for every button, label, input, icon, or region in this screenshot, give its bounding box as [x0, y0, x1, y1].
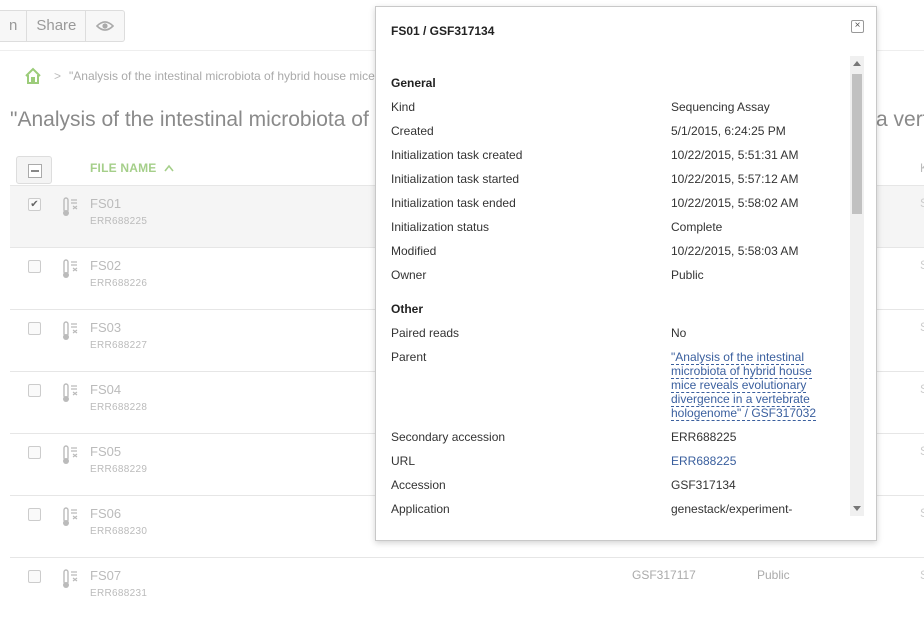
sequencing-file-icon: [63, 321, 78, 340]
info-value: Complete: [671, 220, 723, 234]
file-kind-partial: S: [920, 196, 924, 210]
popup-scrollbar[interactable]: [850, 56, 864, 516]
file-kind-partial: S: [920, 568, 924, 582]
file-accession: ERR688231: [90, 588, 148, 599]
file-name-link[interactable]: FS05: [90, 444, 121, 459]
info-value: 10/22/2015, 5:58:02 AM: [671, 196, 799, 210]
info-label: Modified: [391, 244, 437, 258]
row-checkbox[interactable]: ✔: [28, 198, 41, 211]
file-kind-partial: S: [920, 506, 924, 520]
caret-up-icon: [164, 164, 174, 172]
parent-link-text: "Analysis of the intestinal microbiota o…: [671, 350, 817, 421]
file-owner: Public: [757, 568, 790, 582]
view-button[interactable]: [86, 11, 124, 41]
sequencing-file-icon: [63, 569, 78, 588]
url-link[interactable]: ERR688225: [671, 454, 736, 468]
url-label: URL: [391, 454, 416, 468]
sequencing-file-icon: [63, 259, 78, 278]
file-accession: ERR688227: [90, 340, 148, 351]
scroll-down-arrow-icon[interactable]: [853, 506, 861, 511]
table-row[interactable]: FS07 ERR688231 GSF317117 Public S: [10, 557, 924, 620]
file-name-link[interactable]: FS04: [90, 382, 121, 397]
column-header-kind[interactable]: K: [920, 161, 924, 175]
application-label: Application: [391, 502, 450, 516]
file-accession: ERR688225: [90, 216, 148, 227]
row-checkbox[interactable]: [28, 570, 41, 583]
select-all-checkbox[interactable]: [16, 156, 52, 184]
info-value: 10/22/2015, 5:57:12 AM: [671, 172, 799, 186]
parent-link[interactable]: "Analysis of the intestinal microbiota o…: [671, 350, 823, 421]
breadcrumb: > "Analysis of the intestinal microbiota…: [24, 67, 375, 85]
column-header-file-name[interactable]: FILE NAME: [90, 161, 174, 175]
share-button[interactable]: Share: [27, 11, 87, 41]
info-value: 10/22/2015, 5:58:03 AM: [671, 244, 799, 258]
info-label: Created: [391, 124, 434, 138]
file-name-link[interactable]: FS02: [90, 258, 121, 273]
accession-label: Accession: [391, 478, 446, 492]
sequencing-file-icon: [63, 197, 78, 216]
file-name-link[interactable]: FS01: [90, 196, 121, 211]
info-label: Kind: [391, 100, 416, 114]
info-value: Sequencing Assay: [671, 100, 770, 114]
info-label: Initialization task ended: [391, 196, 516, 210]
breadcrumb-current[interactable]: "Analysis of the intestinal microbiota o…: [69, 69, 375, 83]
info-value: Public: [671, 268, 704, 282]
close-icon[interactable]: ×: [851, 20, 864, 33]
file-accession: ERR688228: [90, 402, 148, 413]
row-checkbox[interactable]: [28, 508, 41, 521]
column-header-label: FILE NAME: [90, 161, 157, 175]
page-title: "Analysis of the intestinal microbiota o…: [10, 108, 369, 131]
row-checkbox[interactable]: [28, 260, 41, 273]
row-checkbox[interactable]: [28, 446, 41, 459]
file-accession: ERR688230: [90, 526, 148, 537]
paired-reads-label: Paired reads: [391, 326, 460, 340]
open-button[interactable]: n: [0, 11, 28, 41]
file-kind-partial: S: [920, 444, 924, 458]
file-info-popup: FS01 / GSF317134 × General Kind Sequencin…: [375, 6, 877, 541]
section-other: Other: [391, 302, 424, 316]
popup-body: General Kind Sequencing Assay Created 5/1/2…: [391, 67, 841, 517]
info-label: Owner: [391, 268, 427, 282]
file-accession: ERR688226: [90, 278, 148, 289]
home-icon[interactable]: [24, 67, 42, 85]
application-value: genestack/experiment-: [671, 502, 793, 516]
file-name-link[interactable]: FS07: [90, 568, 121, 583]
file-accession: ERR688229: [90, 464, 148, 475]
file-kind-partial: S: [920, 258, 924, 272]
secondary-accession-value: ERR688225: [671, 430, 737, 444]
sequencing-file-icon: [63, 445, 78, 464]
sequencing-file-icon: [63, 383, 78, 402]
info-value: 5/1/2015, 6:24:25 PM: [671, 124, 786, 138]
scrollbar-thumb[interactable]: [852, 74, 862, 214]
paired-reads-value: No: [671, 326, 687, 340]
info-value: 10/22/2015, 5:51:31 AM: [671, 148, 799, 162]
row-checkbox[interactable]: [28, 384, 41, 397]
accession-value: GSF317134: [671, 478, 736, 492]
file-kind-partial: S: [920, 320, 924, 334]
parent-label: Parent: [391, 350, 427, 364]
file-name-link[interactable]: FS06: [90, 506, 121, 521]
page-title-tail: a vert: [876, 108, 924, 131]
sequencing-file-icon: [63, 507, 78, 526]
scroll-up-arrow-icon[interactable]: [853, 61, 861, 66]
info-label: Initialization status: [391, 220, 490, 234]
info-label: Initialization task started: [391, 172, 520, 186]
popup-title: FS01 / GSF317134: [391, 24, 495, 38]
breadcrumb-separator: >: [54, 69, 62, 83]
toolbar: n Share: [0, 10, 126, 42]
info-label: Initialization task created: [391, 148, 523, 162]
eye-icon: [96, 21, 115, 31]
file-name-link[interactable]: FS03: [90, 320, 121, 335]
file-gsf-accession: GSF317117: [632, 568, 696, 582]
file-kind-partial: S: [920, 382, 924, 396]
row-checkbox[interactable]: [28, 322, 41, 335]
secondary-accession-label: Secondary accession: [391, 430, 506, 444]
section-general: General: [391, 76, 436, 90]
